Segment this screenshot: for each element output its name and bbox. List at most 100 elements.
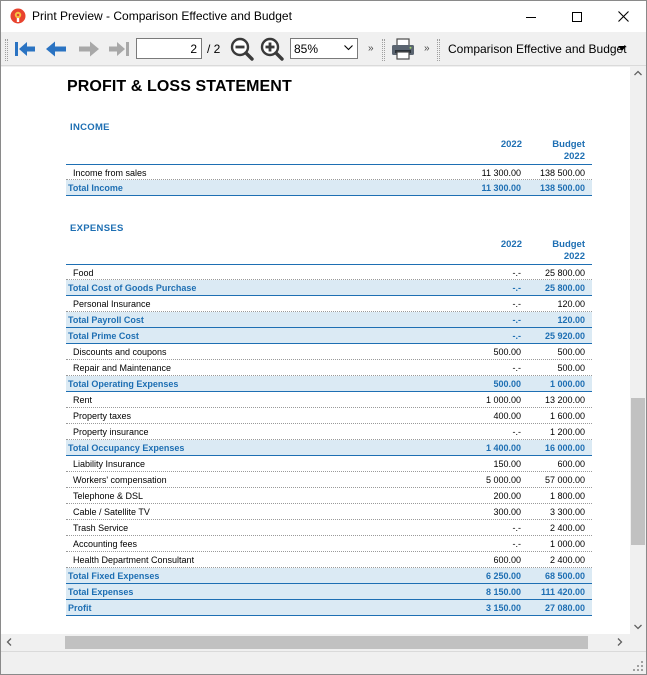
row-value-2022: 1 000.00: [485, 395, 521, 405]
row-label: Discounts and coupons: [73, 347, 167, 357]
row-label: Total Occupancy Expenses: [68, 443, 185, 453]
total-row: Total Cost of Goods Purchase -.- 25 800.00: [66, 280, 592, 296]
print-button[interactable]: [390, 36, 416, 62]
zoom-out-icon: [230, 37, 254, 61]
column-header-budget-line2: 2022: [563, 151, 585, 162]
row-value-budget: 600.00: [557, 459, 585, 469]
row-value-budget: 2 400.00: [549, 555, 585, 565]
horizontal-scroll-thumb[interactable]: [65, 636, 588, 649]
row-label: Repair and Maintenance: [73, 363, 172, 373]
column-header-budget: Budget 2022: [531, 139, 585, 163]
row-value-budget: 1 000.00: [549, 379, 585, 389]
page-number-input[interactable]: 2: [136, 38, 202, 59]
table-row: Property insurance -.- 1 200.00: [66, 424, 592, 440]
vertical-scrollbar[interactable]: [630, 67, 646, 634]
row-label: Cable / Satellite TV: [73, 507, 150, 517]
zoom-out-button[interactable]: [229, 36, 255, 62]
scroll-down-arrow-icon[interactable]: [634, 624, 642, 630]
column-header-budget-line2: 2022: [563, 251, 585, 262]
chevron-down-icon: [344, 45, 353, 51]
vertical-scroll-thumb[interactable]: [631, 398, 645, 545]
page-total-label: / 2: [207, 42, 221, 56]
horizontal-scrollbar[interactable]: [1, 634, 630, 651]
last-page-button[interactable]: [106, 36, 132, 62]
row-value-2022: -.-: [512, 315, 522, 325]
scroll-right-arrow-icon[interactable]: [617, 638, 623, 646]
report-select[interactable]: Comparison Effective and Budget: [448, 42, 627, 56]
row-label: Accounting fees: [73, 539, 138, 549]
table-row: Health Department Consultant 600.00 2 400.…: [66, 552, 592, 568]
previous-page-arrow-icon: [46, 41, 66, 57]
maximize-icon: [572, 11, 582, 22]
total-row: Total Fixed Expenses 6 250.00 68 500.00: [66, 568, 592, 584]
row-value-budget: 27 080.00: [544, 603, 585, 613]
row-value-2022: -.-: [512, 363, 522, 373]
zoom-select[interactable]: 85%: [290, 38, 358, 59]
income-table: Income from sales 11 300.00 138 500.00 Tota…: [66, 164, 592, 196]
row-value-budget: 16 000.00: [544, 443, 585, 453]
toolbar-overflow-button[interactable]: »: [424, 43, 429, 54]
next-page-button[interactable]: [76, 36, 102, 62]
first-page-button[interactable]: [12, 36, 38, 62]
resize-grip-icon[interactable]: [633, 661, 643, 671]
row-label: Total Payroll Cost: [68, 315, 144, 325]
section-heading-income: INCOME: [70, 122, 110, 133]
row-label: Property insurance: [73, 427, 149, 437]
row-label: Income from sales: [73, 168, 147, 178]
table-row: Repair and Maintenance -.- 500.00: [66, 360, 592, 376]
table-row: Trash Service -.- 2 400.00: [66, 520, 592, 536]
minimize-button[interactable]: [508, 1, 554, 32]
banana-app-icon: [10, 8, 26, 24]
row-value-budget: 68 500.00: [544, 571, 585, 581]
maximize-button[interactable]: [554, 1, 600, 32]
status-bar: [1, 651, 646, 674]
preview-canvas[interactable]: PROFIT & LOSS STATEMENT INCOME 2022 Budg…: [1, 67, 630, 634]
toolbar-grip[interactable]: [437, 39, 440, 61]
total-row: Total Operating Expenses 500.00 1 000.00: [66, 376, 592, 392]
next-page-arrow-icon: [79, 41, 99, 57]
toolbar-overflow-button[interactable]: »: [368, 43, 373, 54]
table-row: Liability Insurance 150.00 600.00: [66, 456, 592, 472]
total-row: Total Prime Cost -.- 25 920.00: [66, 328, 592, 344]
row-value-budget: 138 500.00: [539, 183, 585, 193]
total-row: Total Occupancy Expenses 1 400.00 16 000.0…: [66, 440, 592, 456]
scroll-left-arrow-icon[interactable]: [6, 638, 12, 646]
row-value-2022: 600.00: [493, 555, 521, 565]
toolbar-grip[interactable]: [382, 39, 385, 61]
row-value-2022: -.-: [512, 523, 522, 533]
dropdown-triangle-icon[interactable]: [618, 46, 626, 51]
table-row: Discounts and coupons 500.00 500.00: [66, 344, 592, 360]
close-button[interactable]: [600, 1, 646, 32]
column-header-2022: 2022: [500, 139, 522, 150]
column-header-budget-line1: Budget: [552, 239, 585, 250]
row-label: Total Income: [68, 183, 123, 193]
row-value-2022: -.-: [512, 427, 522, 437]
row-value-budget: 13 200.00: [544, 395, 585, 405]
row-value-2022: 11 300.00: [481, 168, 521, 178]
row-value-budget: 25 920.00: [544, 331, 585, 341]
row-label: Total Fixed Expenses: [68, 571, 160, 581]
row-label: Telephone & DSL: [73, 491, 144, 501]
row-value-2022: 5 000.00: [485, 475, 521, 485]
row-label: Total Expenses: [68, 587, 134, 597]
total-row: Total Expenses 8 150.00 111 420.00: [66, 584, 592, 600]
last-page-arrow-icon: [109, 42, 129, 56]
row-value-budget: 1 000.00: [549, 539, 585, 549]
row-value-budget: 120.00: [557, 299, 585, 309]
toolbar-grip[interactable]: [5, 39, 8, 61]
row-value-2022: -.-: [512, 299, 522, 309]
table-row: Accounting fees -.- 1 000.00: [66, 536, 592, 552]
row-value-budget: 1 600.00: [549, 411, 585, 421]
row-value-budget: 3 300.00: [549, 507, 585, 517]
table-row: Property taxes 400.00 1 600.00: [66, 408, 592, 424]
first-page-arrow-icon: [15, 42, 35, 56]
close-icon: [617, 11, 629, 22]
row-label: Workers' compensation: [73, 475, 167, 485]
row-value-2022: 300.00: [493, 507, 521, 517]
zoom-in-button[interactable]: [259, 36, 285, 62]
row-label: Profit: [68, 603, 92, 613]
row-value-budget: 25 800.00: [544, 283, 585, 293]
previous-page-button[interactable]: [43, 36, 69, 62]
row-value-budget: 500.00: [557, 363, 585, 373]
scroll-up-arrow-icon[interactable]: [634, 70, 642, 76]
